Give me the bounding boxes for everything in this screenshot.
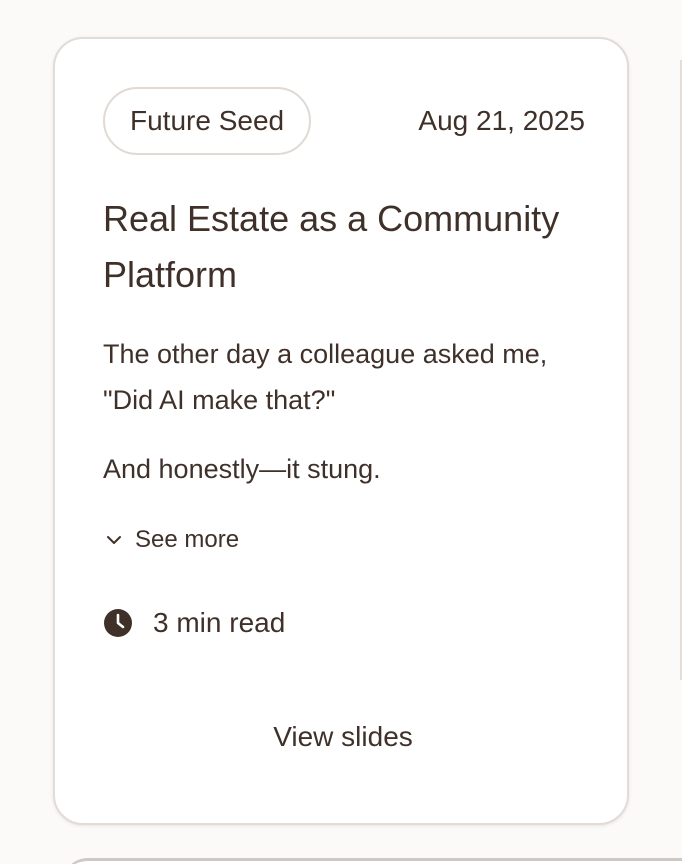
view-slides-button[interactable]: View slides xyxy=(103,709,583,765)
read-time: 3 min read xyxy=(103,605,285,641)
page: Future Seed Aug 21, 2025 Real Estate as … xyxy=(0,0,682,864)
chevron-down-icon xyxy=(107,536,121,544)
article-title[interactable]: Real Estate as a Community Platform xyxy=(103,191,603,303)
see-more-toggle[interactable]: See more xyxy=(103,523,239,557)
clock-icon xyxy=(104,609,132,637)
article-excerpt-continued: And honestly—it stung. xyxy=(103,454,381,484)
publish-date: Aug 21, 2025 xyxy=(418,105,585,136)
category-tag[interactable]: Future Seed xyxy=(103,87,312,155)
article-card: Future Seed Aug 21, 2025 Real Estate as … xyxy=(53,37,629,825)
card-header: Future Seed Aug 21, 2025 xyxy=(103,87,585,155)
next-card-edge xyxy=(62,858,682,864)
article-excerpt: The other day a colleague asked me, "Did… xyxy=(103,339,548,415)
read-time-label: 3 min read xyxy=(153,607,286,638)
see-more-label: See more xyxy=(135,526,240,553)
